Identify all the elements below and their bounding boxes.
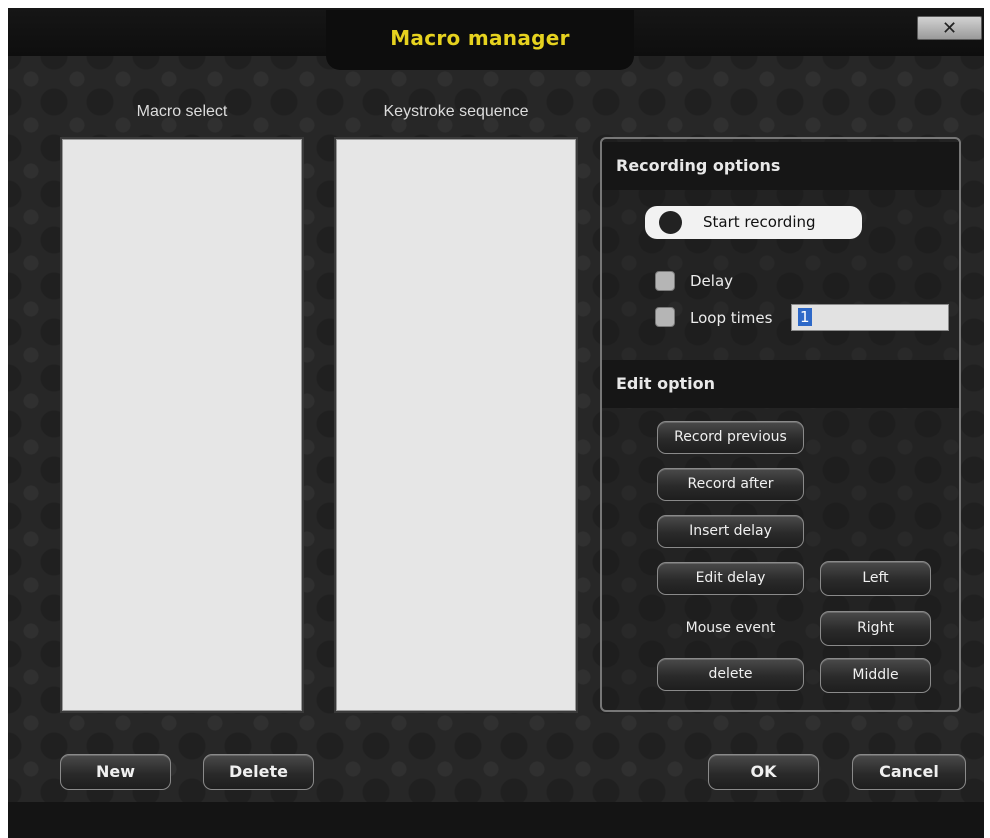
edit-option-header: Edit option [602,360,959,408]
record-icon [659,211,682,234]
delete-macro-button[interactable]: Delete [203,754,314,790]
mouse-middle-button[interactable]: Middle [820,658,931,693]
footer-bar [8,802,984,838]
start-recording-button[interactable]: Start recording [645,206,862,239]
insert-delay-button[interactable]: Insert delay [657,515,804,548]
macro-list[interactable] [62,139,302,711]
loop-times-value: 1 [798,308,812,326]
start-recording-label: Start recording [703,213,816,231]
loop-times-input[interactable]: 1 [791,304,949,331]
mouse-left-button[interactable]: Left [820,561,931,596]
close-button[interactable]: ✕ [917,16,982,40]
new-macro-button[interactable]: New [60,754,171,790]
mouse-right-button[interactable]: Right [820,611,931,646]
record-previous-button[interactable]: Record previous [657,421,804,454]
record-after-button[interactable]: Record after [657,468,804,501]
ok-button[interactable]: OK [708,754,819,790]
delete-step-button[interactable]: delete [657,658,804,691]
delay-label: Delay [690,272,734,290]
loop-times-label: Loop times [690,309,773,327]
keystroke-sequence-label: Keystroke sequence [383,103,529,120]
close-icon: ✕ [941,18,958,39]
edit-delay-button[interactable]: Edit delay [657,562,804,595]
cancel-button[interactable]: Cancel [852,754,966,790]
mouse-event-label: Mouse event [685,620,776,636]
keystroke-list[interactable] [336,139,576,711]
macro-select-label: Macro select [136,103,228,120]
window-title: Macro manager [390,26,570,50]
delay-checkbox[interactable] [655,271,675,291]
loop-times-checkbox[interactable] [655,307,675,327]
recording-options-header: Recording options [602,142,959,190]
